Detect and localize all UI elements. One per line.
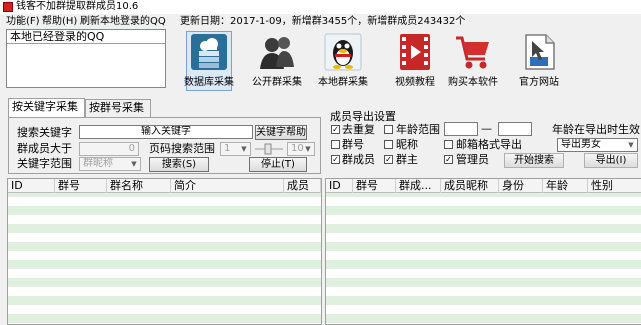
column-header[interactable]: 身份 (499, 179, 543, 193)
page-from-value: 1 (224, 143, 231, 154)
min-members-input[interactable]: 0 (79, 142, 139, 156)
age-from-input[interactable] (444, 122, 478, 136)
admin-checkbox[interactable]: ✓ (444, 155, 453, 164)
video-film-icon (400, 34, 430, 70)
group-no-label: 群号 (342, 138, 364, 151)
keyword-scope-value: 群昵称 (83, 158, 113, 169)
local-group-collect-button[interactable]: 本地群采集 (316, 33, 370, 91)
keyword-scope-label: 关键字范围 (17, 157, 72, 170)
database-collect-button[interactable]: 数据库采集 (182, 31, 236, 91)
public-group-collect-button[interactable]: 公开群采集 (250, 33, 304, 91)
member-results-table[interactable]: ID 群号 群成... 成员昵称 身份 年龄 性别 (325, 178, 641, 325)
menu-bar: 功能(F) 帮助(H) 刷新本地登录的QQ 更新日期：2017-1-09，新增群… (0, 14, 641, 29)
email-format-checkbox[interactable] (444, 140, 453, 149)
column-header[interactable]: 群号 (353, 179, 396, 193)
group-no-checkbox[interactable] (331, 140, 340, 149)
group-results-header: ID 群号 群名称 简介 成员 (8, 179, 321, 193)
website-cursor-icon (525, 34, 555, 70)
export-button[interactable]: 导出(I) (584, 153, 638, 168)
local-qq-header: 本地已经登录的QQ (7, 30, 165, 44)
menu-help[interactable]: 帮助(H) (42, 16, 77, 27)
column-header[interactable]: ID (8, 179, 55, 193)
chevron-down-icon: ▼ (305, 145, 311, 153)
column-header[interactable]: ID (326, 179, 353, 193)
update-status-text: 更新日期：2017-1-09，新增群3455个，新增群成员243432个 (180, 16, 466, 27)
stop-button[interactable]: 停止(T) (249, 157, 307, 172)
page-from-select[interactable]: 1 ▼ (220, 142, 251, 156)
email-format-label: 邮箱格式导出 (456, 138, 522, 151)
buy-software-label: 购买本软件 (448, 77, 498, 88)
column-header[interactable]: 年龄 (543, 179, 588, 193)
menu-function[interactable]: 功能(F) (6, 16, 40, 27)
dedupe-label: 去重复 (342, 123, 375, 136)
tab-keyword-collect[interactable]: 按关键字采集 (8, 98, 85, 118)
admin-label: 管理员 (456, 153, 489, 166)
age-to-input[interactable] (498, 122, 532, 136)
owner-label: 群主 (396, 153, 418, 166)
public-group-collect-label: 公开群采集 (252, 77, 302, 88)
chevron-down-icon: ▼ (131, 160, 137, 168)
owner-checkbox[interactable]: ✓ (384, 155, 393, 164)
official-website-button[interactable]: 官方网站 (512, 33, 566, 91)
chevron-down-icon: ▼ (241, 145, 247, 153)
dedupe-checkbox[interactable]: ✓ (331, 125, 340, 134)
column-header[interactable]: 简介 (171, 179, 284, 193)
keyword-scope-select[interactable]: 群昵称 ▼ (79, 157, 141, 171)
age-range-dash: — (481, 122, 492, 135)
column-header[interactable]: 成员昵称 (441, 179, 499, 193)
column-header[interactable]: 群名称 (107, 179, 171, 193)
age-range-label: 年龄范围 (396, 123, 440, 136)
local-qq-list[interactable]: 本地已经登录的QQ (6, 29, 166, 88)
group-results-table[interactable]: ID 群号 群名称 简介 成员 (7, 178, 322, 325)
nickname-label: 昵称 (396, 138, 418, 151)
search-keyword-label: 搜索关键字 (17, 126, 72, 139)
column-header[interactable]: 成员 (284, 179, 321, 193)
title-bar: 钱客不加群提取群成员10.6 (0, 0, 641, 14)
member-results-header: ID 群号 群成... 成员昵称 身份 年龄 性别 (326, 179, 641, 193)
column-header[interactable]: 性别 (588, 179, 641, 193)
official-website-label: 官方网站 (519, 77, 559, 88)
page-range-label: 页码搜索范围 (149, 142, 215, 155)
gender-export-value: 导出男女 (561, 139, 601, 150)
page-to-select[interactable]: 10 ▼ (287, 142, 315, 156)
search-keyword-input[interactable]: 输入关键字 (79, 125, 253, 139)
database-cloud-icon (191, 34, 227, 70)
age-range-checkbox[interactable] (384, 125, 393, 134)
database-collect-label: 数据库采集 (184, 77, 234, 88)
keyword-collect-panel: 搜索关键字 输入关键字 关键字帮助 群成员大于 0 页码搜索范围 1 ▼ 10 … (8, 117, 321, 174)
search-button[interactable]: 搜索(S) (149, 157, 209, 172)
window-title: 钱客不加群提取群成员10.6 (16, 1, 139, 12)
video-tutorial-label: 视频教程 (395, 77, 435, 88)
export-settings-title: 成员导出设置 (330, 110, 396, 123)
menu-refresh-qq[interactable]: 刷新本地登录的QQ (80, 16, 166, 27)
local-group-collect-label: 本地群采集 (318, 77, 368, 88)
page-range-slider[interactable] (253, 143, 285, 155)
chevron-down-icon: ▼ (628, 141, 634, 149)
age-export-note: 年龄在导出时生效 (552, 123, 640, 136)
keyword-help-button[interactable]: 关键字帮助 (255, 125, 307, 140)
column-header[interactable]: 群号 (55, 179, 107, 193)
column-header[interactable]: 群成... (396, 179, 441, 193)
members-checkbox[interactable]: ✓ (331, 155, 340, 164)
video-tutorial-button[interactable]: 视频教程 (388, 33, 442, 91)
shopping-cart-icon (456, 36, 489, 69)
nickname-checkbox[interactable] (384, 140, 393, 149)
tab-group-no-collect[interactable]: 按群号采集 (85, 99, 151, 117)
app-icon (3, 2, 13, 12)
min-members-label: 群成员大于 (17, 142, 72, 155)
gender-export-select[interactable]: 导出男女 ▼ (557, 138, 638, 152)
people-icon (260, 37, 294, 69)
qq-penguin-icon (324, 33, 362, 71)
buy-software-button[interactable]: 购买本软件 (446, 33, 500, 91)
start-search-button[interactable]: 开始搜索 (504, 153, 564, 168)
members-label: 群成员 (342, 153, 375, 166)
